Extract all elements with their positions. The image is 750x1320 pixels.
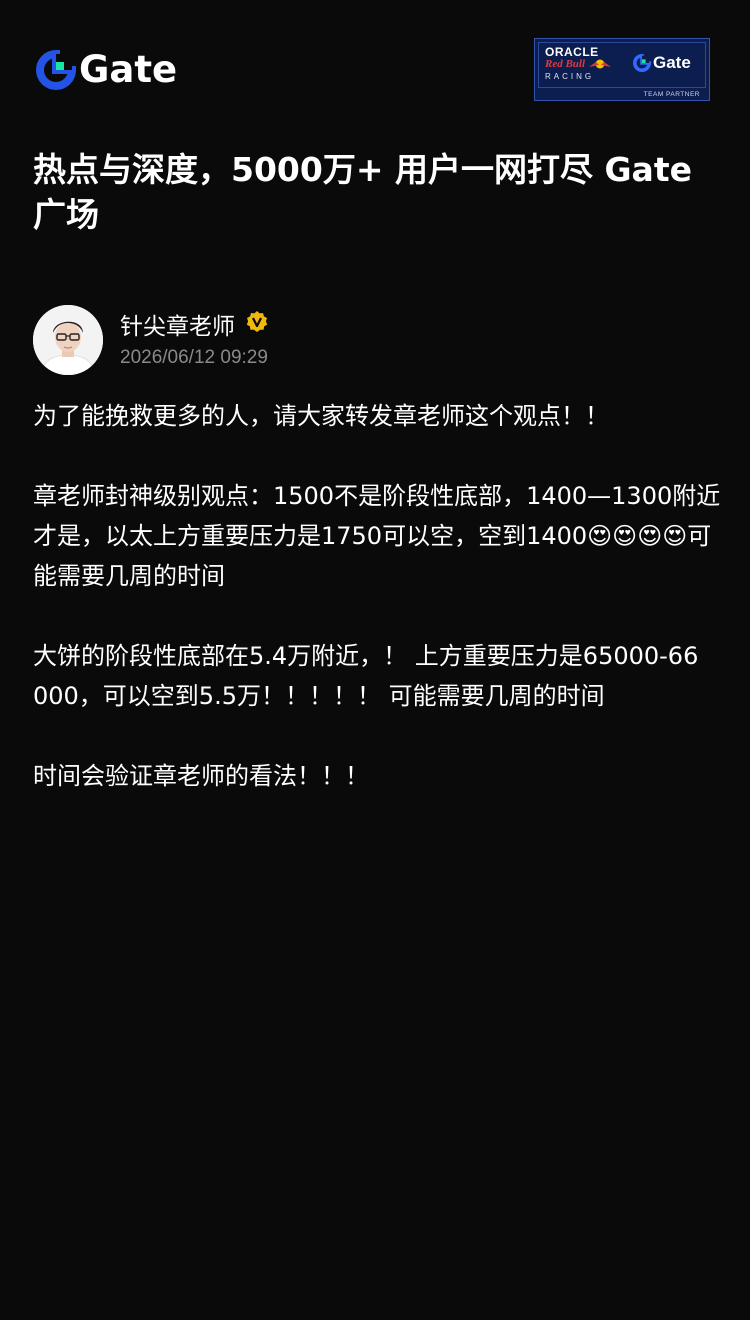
badge-team-partner-text: TEAM PARTNER — [643, 91, 700, 98]
author-name[interactable]: 针尖章老师 — [120, 307, 235, 341]
header: Gate ORACLE Red Bull RACING Gate TEAM PA… — [0, 0, 750, 110]
gate-logo-text: Gate — [79, 48, 178, 91]
gate-logo[interactable]: Gate — [36, 50, 177, 90]
post-paragraph: 章老师封神级别观点：1500不是阶段性底部，1400—1300附近才是，以太上方… — [33, 482, 721, 590]
avatar[interactable] — [33, 305, 103, 375]
redbull-bulls-icon — [588, 58, 612, 73]
verified-v-icon — [245, 310, 269, 338]
post-timestamp: 2026/06/12 09:29 — [120, 347, 268, 368]
post-paragraph: 大饼的阶段性底部在5.4万附近，！ 上方重要压力是65000-66 000，可以… — [33, 642, 699, 710]
author-row[interactable]: 针尖章老师 2026/06/12 09:29 — [33, 305, 633, 375]
gate-logo-icon — [36, 50, 76, 90]
badge-oracle-text: ORACLE — [545, 45, 599, 59]
author-name-row: 针尖章老师 — [120, 307, 269, 341]
page-headline: 热点与深度，5000万+ 用户一网打尽 Gate 广场 — [33, 150, 692, 234]
badge-gate-text: Gate — [653, 53, 691, 72]
badge-gate-logo: Gate — [633, 53, 691, 73]
badge-racing-text: RACING — [545, 72, 595, 81]
avatar-portrait-icon — [33, 305, 103, 375]
post-paragraph: 时间会验证章老师的看法！！！ — [33, 762, 369, 790]
post-paragraph: 为了能挽救更多的人，请大家转发章老师这个观点！！ — [33, 402, 609, 430]
badge-redbull-text: Red Bull — [545, 58, 586, 70]
oracle-redbull-partner-badge: ORACLE Red Bull RACING Gate TEAM PARTNER — [534, 38, 710, 101]
badge-gate-icon — [633, 54, 651, 72]
post-body: 为了能挽救更多的人，请大家转发章老师这个观点！！ 章老师封神级别观点：1500不… — [33, 396, 723, 796]
